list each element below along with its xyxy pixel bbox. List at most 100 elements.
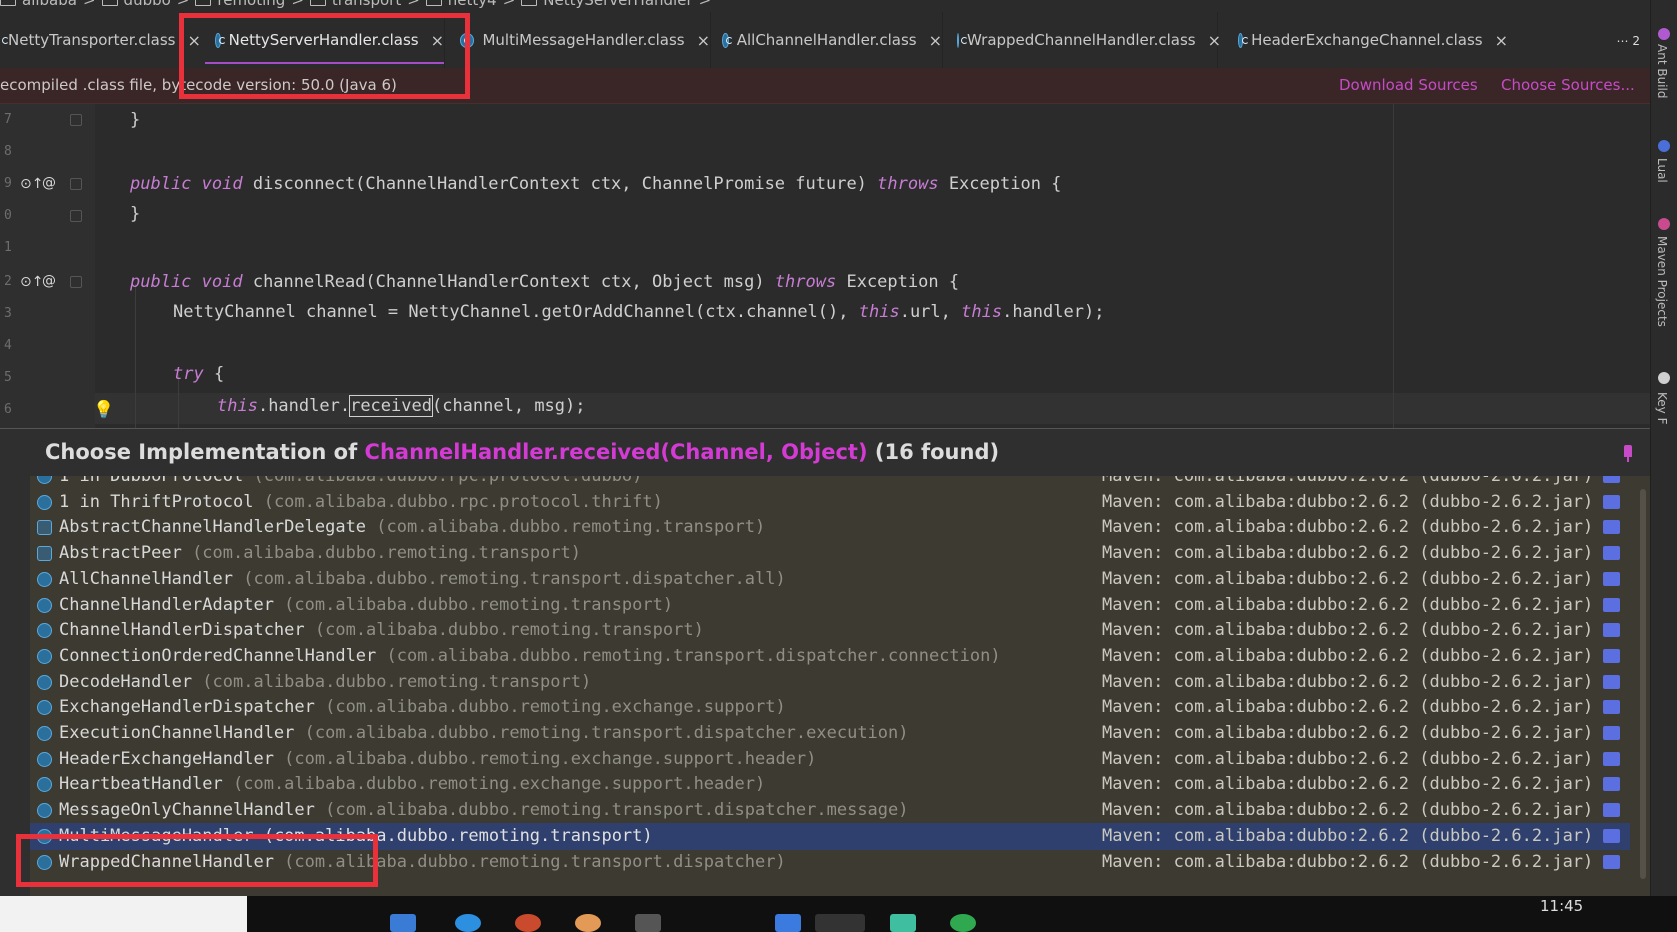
class-icon	[37, 648, 52, 664]
implementation-row[interactable]: DecodeHandler (com.alibaba.dubbo.remotin…	[30, 669, 1630, 696]
lightbulb-icon[interactable]: 💡	[93, 400, 114, 420]
taskbar-app-icon[interactable]	[390, 914, 416, 932]
implementation-row[interactable]: AbstractChannelHandlerDelegate (com.alib…	[30, 514, 1630, 541]
implementation-row[interactable]: AllChannelHandler (com.alibaba.dubbo.rem…	[30, 566, 1630, 593]
taskbar-app-icon[interactable]	[575, 914, 601, 932]
class-icon	[37, 476, 52, 484]
tab-nettytransporter[interactable]: NettyTransporter.class ×	[0, 12, 201, 68]
line-number: 9	[4, 176, 12, 191]
maven-library-label: Maven: com.alibaba:dubbo:2.6.2 (dubbo-2.…	[1102, 620, 1594, 641]
annotation-highlight-row	[16, 834, 378, 887]
annotation-marker-icon: @	[42, 175, 56, 191]
taskbar-app-icon[interactable]	[635, 914, 661, 932]
lua-tool[interactable]: Lual	[1655, 158, 1669, 183]
implementation-row[interactable]: 1 in ThriftProtocol (com.alibaba.dubbo.r…	[30, 489, 1630, 516]
taskbar-app-icon[interactable]	[890, 914, 916, 932]
caret-selection[interactable]: received	[349, 395, 433, 417]
lua-icon	[1658, 140, 1670, 152]
breadcrumb-label: remoting	[217, 0, 286, 9]
fold-marker-icon[interactable]	[70, 276, 82, 288]
taskbar-clock: 11:45	[1540, 897, 1584, 915]
code-editor[interactable]: 7 8 9 0 1 2 3 4 5 6 ⊙↑ @ ⊙↑ @ 💡 } public…	[0, 104, 1650, 428]
key-tool[interactable]: Key F	[1655, 392, 1669, 424]
tab-headerexchangechannel[interactable]: HeaderExchangeChannel.class ×	[1238, 12, 1508, 68]
implementation-row[interactable]: ChannelHandlerDispatcher (com.alibaba.du…	[30, 617, 1630, 644]
breadcrumb-item[interactable]: netty4 >	[425, 0, 515, 9]
implementation-row[interactable]: MessageOnlyChannelHandler (com.alibaba.d…	[30, 797, 1630, 824]
maven-library-label: Maven: com.alibaba:dubbo:2.6.2 (dubbo-2.…	[1102, 645, 1594, 666]
fold-marker-icon[interactable]	[70, 114, 82, 126]
download-sources-link[interactable]: Download Sources	[1339, 76, 1478, 94]
taskbar-app-icon[interactable]	[455, 914, 481, 932]
maven-projects-tool[interactable]: Maven Projects	[1655, 236, 1669, 327]
implementation-row[interactable]: AbstractPeer (com.alibaba.dubbo.remoting…	[30, 540, 1630, 567]
breadcrumb-item[interactable]: NettyServerHandler >	[521, 0, 711, 9]
implementation-row[interactable]: HeartbeatHandler (com.alibaba.dubbo.remo…	[30, 771, 1630, 798]
library-folder-icon	[1603, 597, 1620, 612]
breadcrumb-item[interactable]: alibaba >	[0, 0, 96, 9]
ant-build-tool[interactable]: Ant Build	[1655, 44, 1669, 98]
implementation-row[interactable]: HeaderExchangeHandler (com.alibaba.dubbo…	[30, 746, 1630, 773]
code-line: public void channelRead(ChannelHandlerCo…	[130, 272, 960, 292]
library-folder-icon	[1603, 648, 1620, 663]
implementation-name: DecodeHandler (com.alibaba.dubbo.remotin…	[59, 671, 592, 692]
maven-library-label: Maven: com.alibaba:dubbo:2.6.2 (dubbo-2.…	[1102, 697, 1594, 718]
breadcrumb-separator: >	[291, 0, 304, 9]
folder-icon	[0, 0, 16, 6]
implementation-name: 1 in DubboProtocol (com.alibaba.dubbo.rp…	[59, 476, 643, 486]
maven-library-label: Maven: com.alibaba:dubbo:2.6.2 (dubbo-2.…	[1102, 517, 1594, 538]
fold-marker-icon[interactable]	[70, 210, 82, 222]
line-number: 0	[4, 208, 12, 223]
key-icon	[1658, 372, 1670, 384]
library-folder-icon	[1603, 726, 1620, 740]
taskbar-app-icon[interactable]	[950, 914, 976, 932]
taskbar-app-icon[interactable]	[775, 914, 801, 932]
close-tab-icon[interactable]: ×	[1208, 31, 1221, 50]
folder-icon	[195, 0, 212, 6]
implementation-name: ConnectionOrderedChannelHandler (com.ali…	[59, 645, 1001, 666]
class-icon	[37, 700, 52, 716]
taskbar-search-box[interactable]	[0, 896, 247, 932]
tab-label: NettyTransporter.class	[8, 31, 176, 49]
fold-marker-icon[interactable]	[70, 178, 82, 190]
maven-library-label: Maven: com.alibaba:dubbo:2.6.2 (dubbo-2.…	[1102, 774, 1594, 795]
taskbar-app-icon[interactable]	[515, 914, 541, 932]
tab-label: AllChannelHandler.class	[736, 31, 917, 49]
popup-header: Choose Implementation of ChannelHandler.…	[0, 429, 1650, 476]
tab-allchannelhandler[interactable]: AllChannelHandler.class ×	[722, 12, 943, 68]
indent-guide	[135, 284, 136, 428]
more-tabs-button[interactable]: ⋯ 2	[1617, 34, 1640, 48]
implementation-row[interactable]: ChannelHandlerAdapter (com.alibaba.dubbo…	[30, 592, 1630, 619]
breadcrumb-label: transport	[331, 0, 402, 9]
choose-sources-link[interactable]: Choose Sources...	[1501, 76, 1635, 94]
library-folder-icon	[1603, 546, 1620, 561]
scrollbar[interactable]	[1640, 489, 1646, 879]
tab-multimessagehandler[interactable]: MultiMessageHandler.class ×	[460, 12, 711, 68]
implementation-list[interactable]: 1 in DubboProtocol (com.alibaba.dubbo.rp…	[30, 476, 1630, 888]
close-tab-icon[interactable]: ×	[1495, 31, 1508, 50]
close-tab-icon[interactable]: ×	[697, 31, 710, 50]
breadcrumb: alibaba > dubbo > remoting > transport > netty4 >…	[0, 0, 1650, 12]
line-number: 5	[4, 370, 12, 385]
implementation-row[interactable]: ExecutionChannelHandler (com.alibaba.dub…	[30, 720, 1630, 747]
override-marker-icon[interactable]: ⊙↑	[20, 274, 43, 290]
implementation-name: ChannelHandlerDispatcher (com.alibaba.du…	[59, 620, 704, 641]
pin-icon[interactable]	[1624, 445, 1632, 462]
override-marker-icon[interactable]: ⊙↑	[20, 176, 43, 192]
taskbar-app-icon[interactable]	[815, 914, 865, 932]
breadcrumb-item[interactable]: remoting >	[195, 0, 304, 9]
popup-title: Choose Implementation of ChannelHandler.…	[45, 440, 1000, 464]
close-tab-icon[interactable]: ×	[929, 31, 942, 50]
maven-library-label: Maven: com.alibaba:dubbo:2.6.2 (dubbo-2.…	[1102, 543, 1594, 564]
library-folder-icon	[1603, 674, 1620, 689]
tab-label: MultiMessageHandler.class	[482, 31, 685, 49]
implementation-row[interactable]: ConnectionOrderedChannelHandler (com.ali…	[30, 643, 1630, 670]
implementation-row[interactable]: ExchangeHandlerDispatcher (com.alibaba.d…	[30, 694, 1630, 721]
implementation-name: AbstractPeer (com.alibaba.dubbo.remoting…	[59, 543, 581, 564]
code-line: public void disconnect(ChannelHandlerCon…	[130, 174, 1062, 194]
breadcrumb-item[interactable]: dubbo >	[101, 0, 189, 9]
breadcrumb-item[interactable]: transport >	[309, 0, 420, 9]
tab-wrappedchannelhandler[interactable]: WrappedChannelHandler.class ×	[957, 12, 1221, 68]
maven-library-label: Maven: com.alibaba:dubbo:2.6.2 (dubbo-2.…	[1102, 748, 1594, 769]
breadcrumb-separator: >	[698, 0, 712, 9]
